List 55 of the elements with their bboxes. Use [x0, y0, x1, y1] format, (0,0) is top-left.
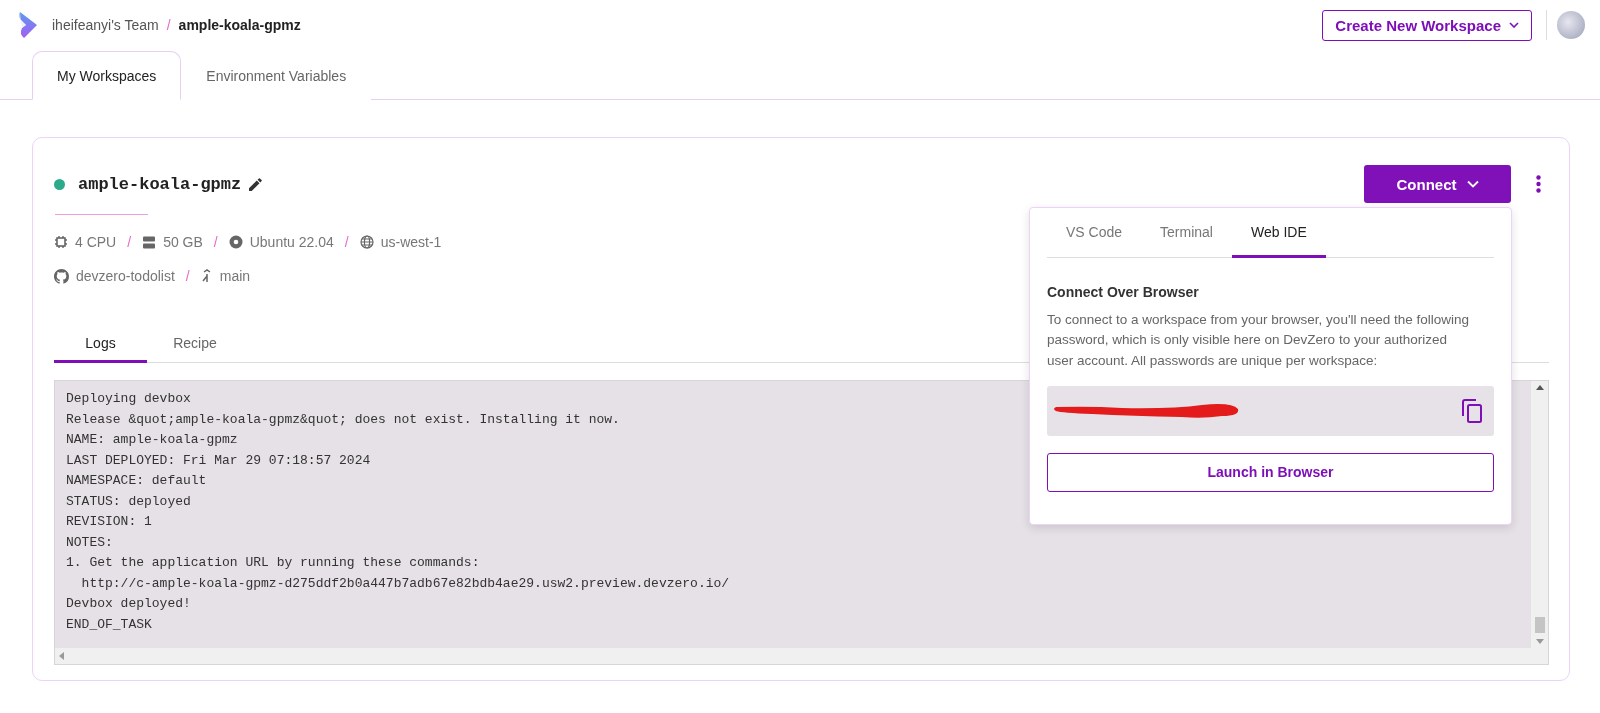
meta-text: us-west-1: [380, 234, 442, 250]
scroll-left-icon[interactable]: [59, 652, 64, 660]
status-dot: [54, 178, 65, 190]
scrollbar-thumb[interactable]: [1534, 617, 1545, 633]
create-workspace-button[interactable]: Create New Workspace: [1322, 9, 1532, 41]
separator: /: [185, 268, 190, 284]
log-line: LAST DEPLOYED: Fri Mar 29 07:18:57 2024: [66, 451, 371, 470]
workspace-name: ample-koala-gpmz: [178, 17, 301, 33]
copy-icon[interactable]: [1462, 398, 1482, 423]
log-line: http://c-ample-koala-gpmz-d275ddf2b0a447b7adb67e82bdb4ae29.usw2.preview.devzero.io/: [80, 574, 730, 593]
log-line: REVISION: 1: [66, 513, 152, 531]
merge-icon: [200, 269, 213, 283]
meta-text: devzero-todolist: [76, 268, 175, 284]
log-line: Release &quot;ample-koala-gpmz&quot; does not exist. Installing it now.: [66, 410, 620, 429]
pencil-icon[interactable]: [249, 177, 263, 191]
meta-text: 50 GB: [163, 234, 203, 250]
tab[interactable]: VS Code: [1047, 208, 1142, 258]
connect-button[interactable]: Connect: [1364, 165, 1511, 203]
github-icon: [54, 268, 69, 284]
panel-heading: Connect Over Browser: [1047, 284, 1200, 300]
tab[interactable]: My Workspaces: [32, 51, 182, 100]
log-line: Deploying devbox: [66, 390, 191, 408]
launch-button[interactable]: Launch in Browser: [1047, 452, 1494, 492]
log-line: NOTES:: [66, 533, 113, 552]
meta-text: Ubuntu 22.04: [249, 234, 334, 250]
tab[interactable]: Terminal: [1141, 208, 1232, 258]
team-name[interactable]: iheifeanyi's Team: [52, 17, 159, 33]
log-line: NAME: ample-koala-gpmz: [66, 431, 238, 449]
more-icon[interactable]: [1536, 175, 1541, 193]
workspace-title: ample-koala-gpmz: [78, 174, 242, 194]
tab[interactable]: Logs: [54, 325, 147, 363]
meta-text: main: [219, 268, 251, 284]
logo-icon: [18, 10, 38, 40]
log-line: STATUS: deployed: [66, 492, 191, 511]
globe-icon: [359, 235, 374, 249]
panel-description: To connect to a workspace from your browser, you'll need the following password, which is only visible here on DevZero to your authorized user account. All passwords are unique per workspace:: [1047, 311, 1471, 370]
scroll-down-icon[interactable]: [1535, 639, 1544, 644]
separator: /: [213, 234, 218, 250]
log-line: NAMESPACE: default: [66, 472, 207, 490]
server-icon: [142, 235, 157, 249]
separator: /: [166, 17, 171, 33]
chevron-down-icon: [1509, 22, 1519, 28]
disc-icon: [228, 235, 243, 249]
separator: /: [127, 234, 132, 250]
tab[interactable]: Web IDE: [1231, 208, 1326, 258]
chevron-down-icon: [1466, 180, 1479, 188]
log-line: END_OF_TASK: [66, 615, 152, 634]
log-line: 1. Get the application URL by running these commands:: [66, 554, 480, 572]
separator: /: [344, 234, 349, 250]
tab[interactable]: Recipe: [147, 325, 243, 363]
chip-icon: [54, 235, 68, 249]
password-field[interactable]: [1047, 385, 1494, 436]
scroll-up-icon[interactable]: [1535, 385, 1544, 390]
log-line: Devbox deployed!: [66, 595, 191, 613]
meta-text: 4 CPU: [75, 234, 117, 250]
